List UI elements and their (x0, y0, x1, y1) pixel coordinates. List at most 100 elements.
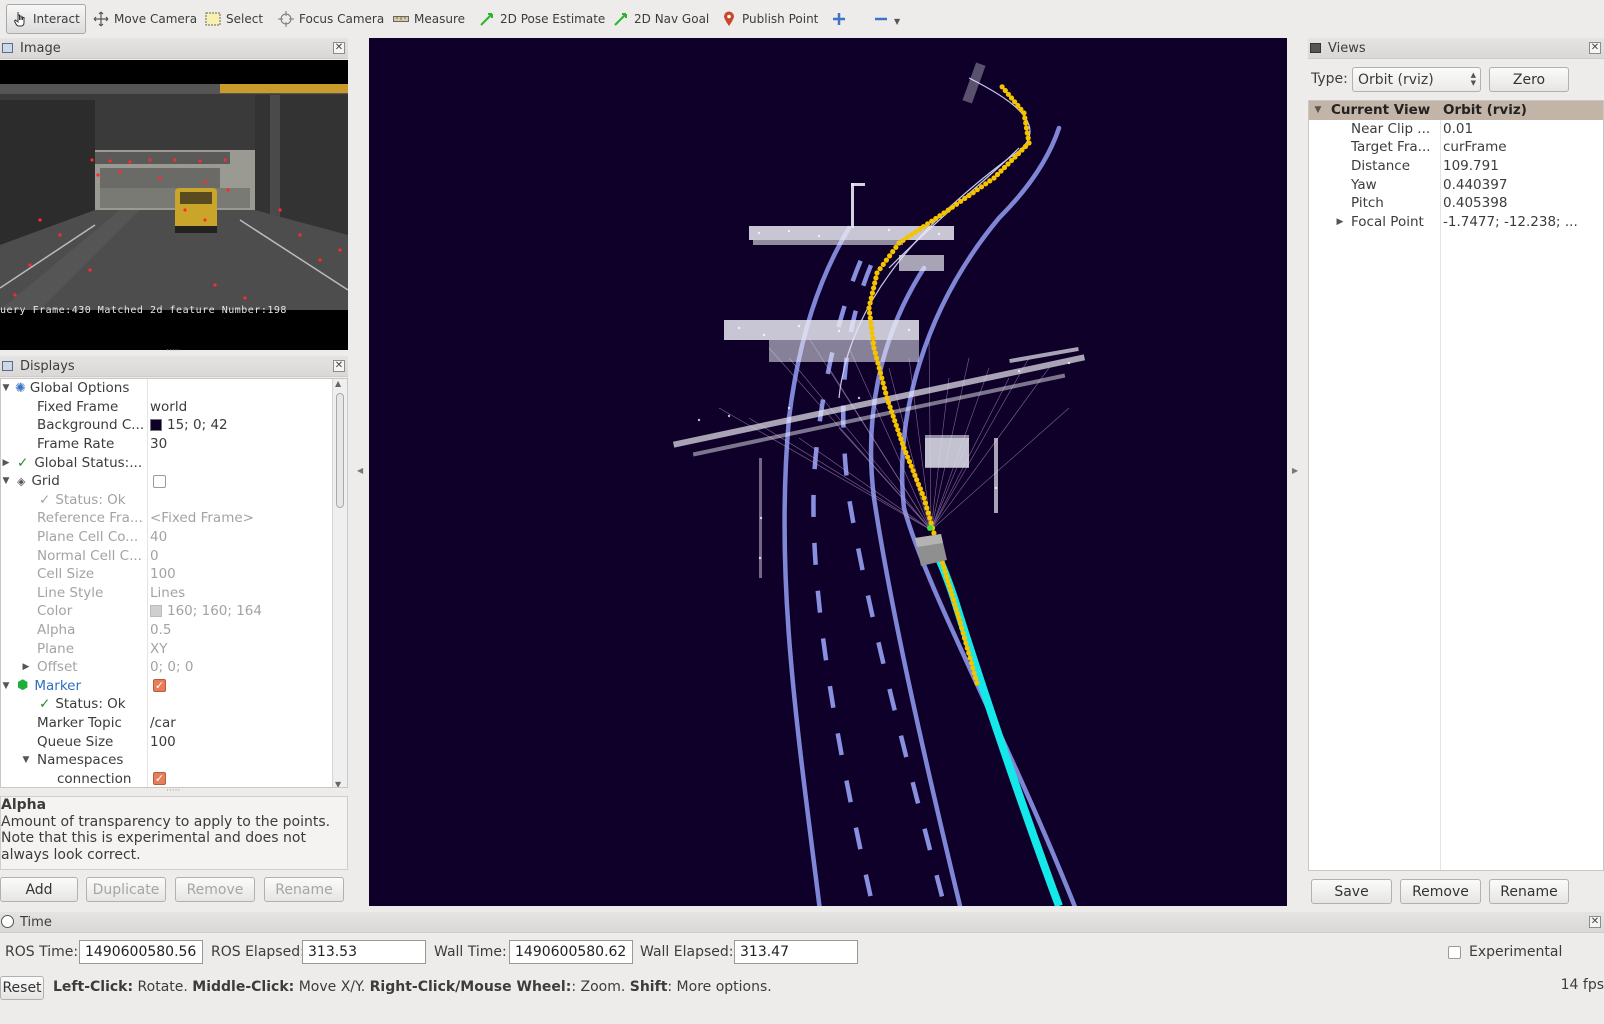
expand-arrow-icon[interactable]: ▼ (1313, 105, 1323, 115)
view-prop-row[interactable]: Target Fra... curFrame (1309, 138, 1603, 157)
rename-display-button[interactable]: Rename (264, 877, 344, 902)
wall-time-field[interactable]: 1490600580.62 (509, 940, 633, 964)
measure-tool-button[interactable]: Measure (388, 4, 470, 34)
tree-value[interactable]: Lines (150, 584, 185, 603)
tree-row-frame-rate[interactable]: Frame Rate 30 (1, 435, 333, 454)
expand-arrow-icon[interactable]: ▼ (1, 383, 11, 393)
save-view-button[interactable]: Save (1311, 879, 1392, 904)
view-prop-value[interactable]: 0.01 (1443, 120, 1473, 139)
view-prop-row[interactable]: Yaw 0.440397 (1309, 175, 1603, 194)
close-icon[interactable]: ✕ (1589, 42, 1601, 54)
view-prop-value[interactable]: curFrame (1443, 138, 1507, 157)
current-view-row[interactable]: ▼ Current View Orbit (rviz) (1309, 101, 1603, 120)
ros-elapsed-field[interactable]: 313.53 (302, 940, 426, 964)
ros-time-field[interactable]: 1490600580.56 (79, 940, 203, 964)
collapse-right-icon[interactable]: ▶ (1292, 466, 1298, 475)
tree-value[interactable]: /car (150, 714, 176, 733)
tree-row-normal-cell-count[interactable]: Normal Cell C... 0 (1, 546, 333, 565)
rename-view-button[interactable]: Rename (1489, 879, 1569, 904)
tree-value[interactable]: world (150, 398, 187, 417)
tree-row-plane-cell-count[interactable]: Plane Cell Co... 40 (1, 528, 333, 547)
close-icon[interactable]: ✕ (333, 360, 345, 372)
view-prop-value[interactable]: 0.440397 (1443, 175, 1507, 194)
tree-row-marker-topic[interactable]: Marker Topic /car (1, 714, 333, 733)
render-3d-scene[interactable] (369, 38, 1287, 906)
interact-tool-button[interactable]: Interact (6, 4, 86, 34)
tree-value[interactable]: 30 (150, 435, 167, 454)
view-prop-row[interactable]: ▶ Focal Point -1.7477; -12.238; ... (1309, 213, 1603, 232)
displays-scrollbar[interactable]: ▲ ▼ (332, 379, 347, 787)
tree-row-grid-status[interactable]: ✓ Status: Ok (1, 491, 333, 510)
scroll-up-icon[interactable]: ▲ (335, 379, 341, 388)
expand-arrow-icon[interactable]: ▶ (1, 458, 11, 468)
splitter-handle[interactable]: ····· (166, 786, 180, 796)
connection-enabled-checkbox[interactable]: ✓ (153, 772, 166, 786)
tree-value[interactable]: 15; 0; 42 (167, 417, 228, 433)
experimental-checkbox[interactable] (1448, 946, 1461, 959)
marker-enabled-checkbox[interactable]: ✓ (153, 679, 166, 693)
tree-value[interactable]: 0 (150, 546, 159, 565)
add-display-button[interactable]: Add (0, 877, 78, 902)
view-type-select[interactable]: Orbit (rviz) ▲ ▼ (1352, 67, 1481, 92)
scroll-down-icon[interactable]: ▼ (335, 780, 341, 787)
publish-point-tool-button[interactable]: Publish Point (716, 4, 823, 34)
tree-value[interactable]: 40 (150, 528, 167, 547)
close-icon[interactable]: ✕ (1589, 916, 1601, 928)
view-prop-row[interactable]: Near Clip ... 0.01 (1309, 120, 1603, 139)
close-icon[interactable]: ✕ (333, 42, 345, 54)
grid-enabled-checkbox[interactable] (153, 474, 166, 488)
tree-row-global-options[interactable]: ▼ ✺ Global Options (1, 379, 333, 398)
view-prop-value[interactable]: 109.791 (1443, 157, 1499, 176)
2d-pose-estimate-tool-button[interactable]: 2D Pose Estimate (474, 4, 610, 34)
remove-display-button[interactable]: Remove (175, 877, 255, 902)
tree-row-fixed-frame[interactable]: Fixed Frame world (1, 398, 333, 417)
collapse-left-icon[interactable]: ◀ (357, 466, 363, 475)
zero-view-button[interactable]: Zero (1489, 67, 1569, 92)
view-prop-row[interactable]: Distance 109.791 (1309, 157, 1603, 176)
render-3d-view[interactable] (369, 38, 1287, 906)
color-swatch[interactable] (150, 605, 162, 618)
tree-row-queue-size[interactable]: Queue Size 100 (1, 732, 333, 751)
tree-row-plane[interactable]: Plane XY (1, 639, 333, 658)
tree-row-namespaces[interactable]: ▼ Namespaces (1, 751, 333, 770)
select-tool-button[interactable]: Select (200, 4, 268, 34)
remove-tool-dropdown[interactable]: ▼ (868, 4, 905, 34)
tree-value[interactable]: XY (150, 639, 168, 658)
color-swatch[interactable] (150, 419, 162, 432)
reset-button[interactable]: Reset (0, 976, 44, 1000)
tree-row-background-color[interactable]: Background C... 15; 0; 42 (1, 416, 333, 435)
tree-row-color[interactable]: Color 160; 160; 164 (1, 602, 333, 621)
tree-value[interactable]: 160; 160; 164 (167, 603, 262, 619)
tree-row-global-status[interactable]: ▶ ✓ Global Status:... (1, 453, 333, 472)
focus-camera-tool-button[interactable]: Focus Camera (273, 4, 389, 34)
tree-value[interactable]: 100 (150, 732, 176, 751)
duplicate-display-button[interactable]: Duplicate (86, 877, 166, 902)
tree-row-grid[interactable]: ▼ ◈ Grid (1, 472, 333, 491)
expand-arrow-icon[interactable]: ▶ (21, 662, 31, 672)
view-prop-row[interactable]: Pitch 0.405398 (1309, 194, 1603, 213)
remove-view-button[interactable]: Remove (1400, 879, 1481, 904)
expand-arrow-icon[interactable]: ▶ (1335, 217, 1345, 227)
move-camera-tool-button[interactable]: Move Camera (88, 4, 202, 34)
expand-arrow-icon[interactable]: ▼ (1, 476, 11, 486)
tree-value[interactable]: 100 (150, 565, 176, 584)
view-prop-value[interactable]: -1.7477; -12.238; ... (1443, 213, 1578, 232)
view-prop-value[interactable]: 0.405398 (1443, 194, 1507, 213)
tree-row-marker-status[interactable]: ✓ Status: Ok (1, 695, 333, 714)
wall-elapsed-field[interactable]: 313.47 (734, 940, 858, 964)
expand-arrow-icon[interactable]: ▼ (21, 755, 31, 765)
splitter-handle[interactable]: ····· (166, 346, 180, 356)
tree-row-line-style[interactable]: Line Style Lines (1, 584, 333, 603)
tree-value[interactable]: 0; 0; 0 (150, 658, 193, 677)
tree-row-marker[interactable]: ▼ ⬢ Marker ✓ (1, 677, 333, 696)
tree-value[interactable]: <Fixed Frame> (150, 509, 254, 528)
tree-row-alpha[interactable]: Alpha 0.5 (1, 621, 333, 640)
2d-nav-goal-tool-button[interactable]: 2D Nav Goal (608, 4, 714, 34)
tree-value[interactable]: 0.5 (150, 621, 171, 640)
tree-row-offset[interactable]: ▶ Offset 0; 0; 0 (1, 658, 333, 677)
add-tool-button[interactable] (826, 4, 852, 34)
tree-row-reference-frame[interactable]: Reference Fra... <Fixed Frame> (1, 509, 333, 528)
tree-row-cell-size[interactable]: Cell Size 100 (1, 565, 333, 584)
scrollbar-thumb[interactable] (336, 393, 344, 508)
expand-arrow-icon[interactable]: ▼ (1, 681, 11, 691)
